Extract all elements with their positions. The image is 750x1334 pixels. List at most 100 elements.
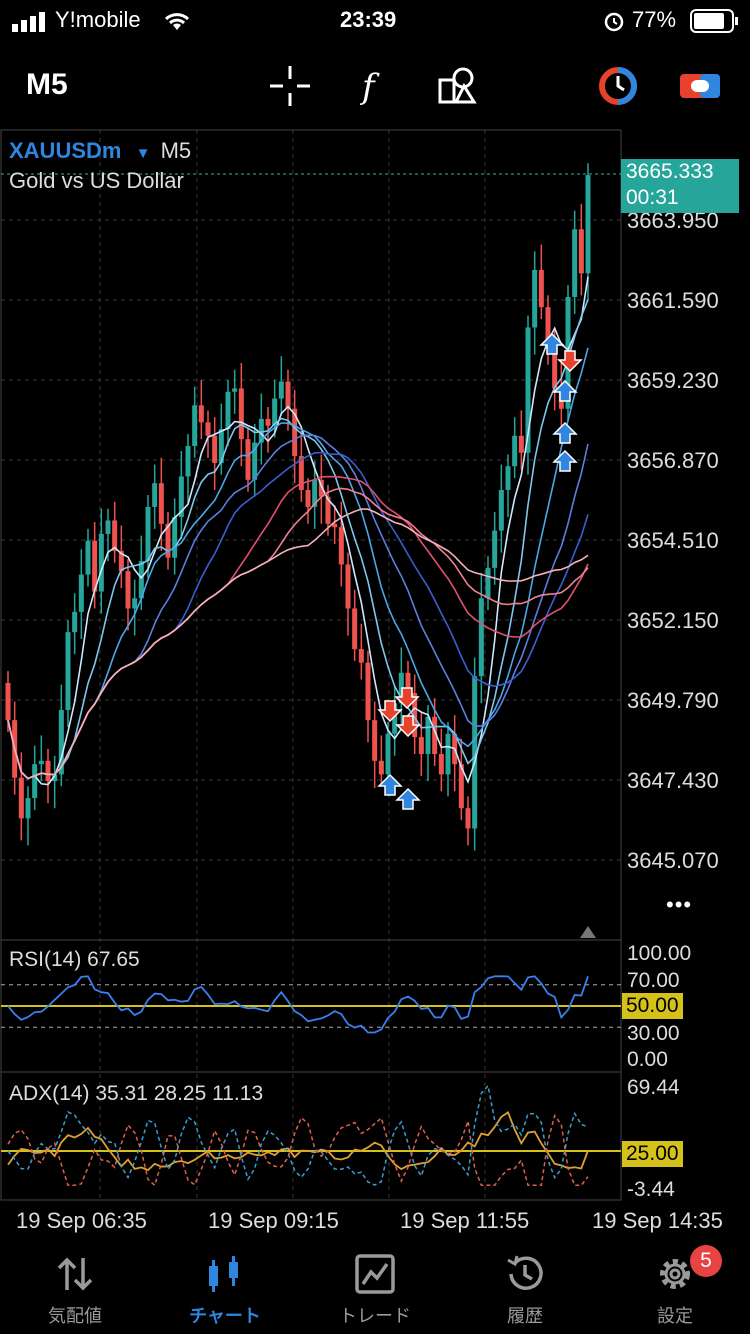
candle-body [85,540,91,575]
candle-body [305,489,311,507]
time-tick: 19 Sep 11:55 [400,1208,530,1233]
candle-body [145,506,151,562]
candle-body [585,175,591,274]
candle-body [538,269,544,308]
symbol-dropdown-icon[interactable]: ▼ [136,145,151,162]
candle-body [365,662,371,721]
candle-body [72,611,78,633]
nav-label: 履歴 [507,1306,543,1326]
price-tick: 3661.590 [627,288,719,313]
buy-signal-arrow-icon [552,421,578,444]
price-tick: 3659.230 [627,368,719,393]
candle-body [185,445,191,477]
nav-item-quotes[interactable]: 気配値 [0,1240,150,1334]
candle-body [372,720,378,761]
candle-body [265,418,271,426]
candle-body [18,777,24,819]
candle-body [245,439,251,480]
candle-body [172,517,178,558]
price-tick: 3656.870 [627,448,719,473]
current-price-tag: 3665.333 00:31 [621,159,739,213]
nav-label: チャート [189,1306,261,1326]
nav-item-settings[interactable]: 設定 [600,1240,750,1334]
sell-signal-arrow-icon [557,350,583,373]
price-tick: 3652.150 [627,608,719,633]
time-tick: 19 Sep 14:35 [592,1208,723,1233]
candle-body [578,229,584,274]
candle-body [152,483,158,507]
candle-body [485,567,491,599]
candle-body [418,737,424,755]
settings-badge: 5 [690,1245,722,1277]
candle-body [385,733,391,775]
candle-body [532,269,538,328]
candle-body [425,716,431,755]
nav-label: 気配値 [48,1306,102,1326]
chart-symbol-header[interactable]: XAUUSDm ▼ M5 [9,138,191,164]
candle-body [512,435,518,467]
candle-body [345,564,351,609]
candle-body [32,764,38,799]
more-options-button[interactable]: ••• [666,892,692,918]
time-tick: 19 Sep 06:35 [16,1208,147,1233]
candle-body [98,533,104,592]
candle-body [38,760,44,765]
candle-body [445,733,451,775]
candle-body [238,388,244,440]
candle-body [278,381,284,399]
price-tick: 3647.430 [627,768,719,793]
nav-label: トレード [339,1306,411,1326]
candle-body [132,598,138,609]
candle-body [465,808,471,829]
candle-body [478,598,484,677]
chart-period: M5 [160,138,192,163]
history-icon [507,1255,543,1290]
nav-label: 設定 [657,1306,693,1326]
current-price: 3665.333 [626,160,714,183]
candle-body [378,760,384,775]
quotes-icon [57,1257,93,1291]
candle-body [438,754,444,775]
candle-body [125,571,131,609]
symbol-name[interactable]: XAUUSDm [9,138,121,163]
chart-icon [209,1256,238,1292]
candle-body [198,405,204,423]
candle-body [158,483,164,524]
price-tick: 3649.790 [627,688,719,713]
adx-level-tag: 25.00 [622,1141,683,1167]
nav-item-trade[interactable]: トレード [300,1240,450,1334]
candle-body [492,530,498,568]
bottom-navigation: 気配値 チャート トレード 履歴 設定 [0,1240,750,1334]
buy-signal-arrow-icon [377,773,403,796]
candle-body [192,405,198,446]
bar-countdown: 00:31 [626,186,679,209]
rsi-level-tag: 50.00 [622,993,683,1019]
candle-body [225,391,231,430]
candle-body [112,520,118,551]
candle-body [572,229,578,297]
candle-body [45,760,51,782]
rsi-axis-tick: 30.00 [627,1022,680,1045]
adx-main-line [7,1111,589,1172]
candle-body [25,798,31,819]
price-tick: 3654.510 [627,528,719,553]
nav-item-chart[interactable]: チャート [150,1240,300,1334]
candle-body [338,527,344,565]
rsi-title: RSI(14) 67.65 [9,948,140,971]
price-tick: 3645.070 [627,848,719,873]
nav-item-history[interactable]: 履歴 [450,1240,600,1334]
candle-body [505,466,511,490]
candle-body [518,435,524,453]
candle-body [352,608,358,650]
candle-body [205,422,211,436]
rsi-axis-tick: 0.00 [627,1048,668,1071]
candle-body [212,435,218,463]
buy-signal-arrow-icon [395,787,421,810]
candle-body [78,574,84,612]
trade-icon [355,1254,395,1294]
candle-body [285,381,291,409]
rsi-axis-tick: 70.00 [627,969,680,992]
adx-axis-bottom: -3.44 [627,1178,675,1201]
candle-body [232,388,238,392]
adx-title: ADX(14) 35.31 28.25 11.13 [9,1082,264,1105]
